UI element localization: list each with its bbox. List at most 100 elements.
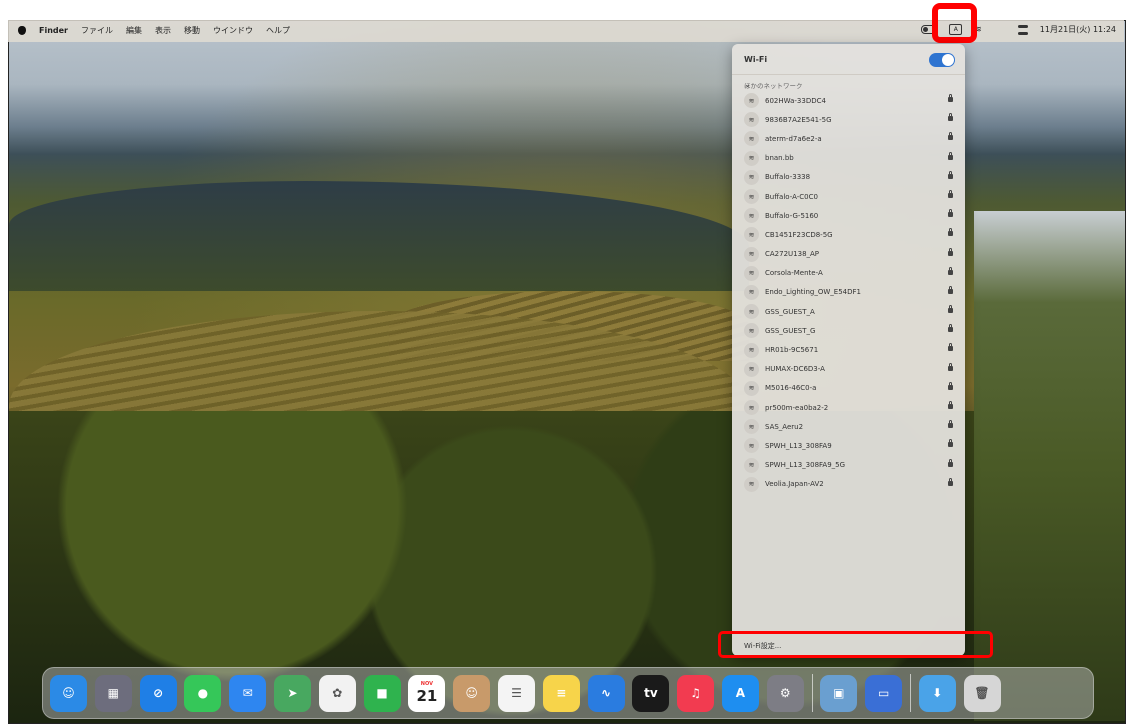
menu-app-name[interactable]: Finder [39,26,68,35]
network-item[interactable]: ≋ Veolia.Japan-AV2 [732,475,965,494]
network-item[interactable]: ≋ HUMAX-DC6D3-A [732,360,965,379]
wifi-panel-title: Wi-Fi [744,55,768,64]
wifi-signal-icon: ≋ [744,112,759,128]
wifi-signal-icon: ≋ [744,457,759,473]
menu-bar-left: Finder ファイル 編集 表示 移動 ウインドウ ヘルプ [18,25,290,36]
network-name: Buffalo-3338 [765,173,811,182]
dock-contacts-icon[interactable]: ☺ [453,674,491,712]
network-item[interactable]: ≋ GSS_GUEST_G [732,321,965,340]
menu-file[interactable]: ファイル [81,25,113,36]
wifi-settings-highlight [718,631,993,658]
dock-safari-icon[interactable]: ⊘ [139,674,177,712]
wifi-signal-icon: ≋ [744,189,759,205]
network-item[interactable]: ≋ bnan.bb [732,149,965,168]
network-item[interactable]: ≋ SPWH_L13_308FA9_5G [732,456,965,475]
network-item[interactable]: ≋ Buffalo-3338 [732,168,965,187]
dock-freeform-icon[interactable]: ∿ [587,674,625,712]
wallpaper-ridge [9,181,749,291]
dock-screen-sharing-icon[interactable]: ▭ [865,674,903,712]
dock-reminders-icon[interactable]: ☰ [497,674,535,712]
dock-icon-glyph: ☺ [465,686,478,700]
lock-icon [948,266,953,275]
wifi-signal-icon: ≋ [744,169,759,185]
lock-icon [948,151,953,160]
network-name: GSS_GUEST_G [765,326,816,335]
wifi-signal-icon: ≋ [744,93,759,109]
lock-icon [948,362,953,371]
network-item[interactable]: ≋ Buffalo-A-C0C0 [732,187,965,206]
network-item[interactable]: ≋ HR01b-9C5671 [732,340,965,359]
network-name: HUMAX-DC6D3-A [765,365,825,374]
dock-icon-glyph: ∿ [601,686,612,700]
network-item[interactable]: ≋ GSS_GUEST_A [732,302,965,321]
wifi-signal-icon: ≋ [744,131,759,147]
dock-finder-icon[interactable]: ☺ [50,674,87,712]
dock-icon-glyph: ▦ [107,686,119,700]
dock-facetime-icon[interactable]: ■ [363,674,401,712]
dock-icon-glyph: ♫ [690,686,702,700]
network-item[interactable]: ≋ SPWH_L13_308FA9 [732,436,965,455]
lock-icon [948,477,953,486]
network-item[interactable]: ≋ SAS_Aeru2 [732,417,965,436]
dock-apple-tv-icon[interactable]: tv [632,674,670,712]
menu-go[interactable]: 移動 [184,25,200,36]
dock-icon-glyph: ✿ [332,686,343,700]
dock-icon-glyph: ▣ [833,686,845,700]
dock-music-icon[interactable]: ♫ [677,674,715,712]
lock-icon [948,305,953,314]
lock-icon [948,247,953,256]
dock-icon-glyph: ⬇ [932,686,943,700]
wifi-signal-icon: ≋ [744,361,759,377]
network-item[interactable]: ≋ CB1451F23CD8-5G [732,225,965,244]
wifi-signal-icon: ≋ [744,246,759,262]
menu-edit[interactable]: 編集 [126,25,142,36]
wifi-signal-icon: ≋ [744,150,759,166]
dock-icon-glyph: ■ [376,686,388,700]
control-center-icon[interactable] [1017,24,1028,35]
lock-icon [948,420,953,429]
network-item[interactable]: ≋ 602HWa-33DDC4 [732,91,965,110]
network-name: HR01b-9C5671 [765,346,819,355]
network-name: SPWH_L13_308FA9 [765,441,832,450]
dock-icon-glyph: A [735,686,746,700]
lock-icon [948,401,953,409]
menu-help[interactable]: ヘルプ [266,25,290,36]
menu-window[interactable]: ウインドウ [213,25,253,36]
network-list: ≋ 602HWa-33DDC4 ≋ 9836B7A2E541-5G ≋ aterm-d7a… [732,91,965,494]
menu-view[interactable]: 表示 [155,25,171,36]
network-name: 602HWa-33DDC4 [765,96,826,105]
dock-maps-icon[interactable]: ➤ [273,674,311,712]
network-item[interactable]: ≋ 9836B7A2E541-5G [732,110,965,129]
network-item[interactable]: ≋ CA272U138_AP [732,245,965,264]
network-item[interactable]: ≋ pr500m-ea0ba2-2 [732,398,965,417]
dock-icon-glyph: ⊘ [153,686,164,700]
dock-downloads-folder-icon[interactable]: ⬇ [918,674,956,712]
wifi-signal-icon: ≋ [744,227,759,243]
dock-mail-icon[interactable]: ✉ [229,674,267,712]
dock-icon-glyph: ≡ [556,686,567,700]
wifi-toggle-switch[interactable] [929,53,955,67]
network-name: CB1451F23CD8-5G [765,230,833,239]
dock-notes-icon[interactable]: ≡ [542,674,580,712]
menu-bar-clock[interactable]: 11月21日(火) 11:24 [1040,24,1116,35]
dock-trash-icon[interactable]: 🗑 [963,674,1001,712]
dock-preview-icon[interactable]: ▣ [820,674,858,712]
dock-system-settings-icon[interactable]: ⚙ [766,674,804,712]
dock-photos-icon[interactable]: ✿ [318,674,356,712]
network-item[interactable]: ≋ M5016-46C0-a [732,379,965,398]
wifi-signal-icon: ≋ [744,323,759,339]
wifi-signal-icon: ≋ [744,208,759,224]
lock-icon [948,324,953,333]
network-item[interactable]: ≋ Buffalo-G-5160 [732,206,965,225]
network-item[interactable]: ≋ aterm-d7a6e2-a [732,129,965,148]
dock-app-store-icon[interactable]: A [721,674,759,712]
network-name: pr500m-ea0ba2-2 [765,403,829,412]
chevron-down-icon[interactable]: ⌄ [744,80,953,89]
network-item[interactable]: ≋ Corsola-Mente-A [732,264,965,283]
other-networks-header[interactable]: ほかのネットワーク ⌄ [732,75,965,91]
dock-messages-icon[interactable]: ● [184,674,222,712]
dock-launchpad-icon[interactable]: ▦ [94,674,132,712]
apple-logo-icon[interactable] [18,26,26,35]
network-item[interactable]: ≋ Endo_Lighting_OW_E54DF1 [732,283,965,302]
dock-calendar-icon[interactable]: NOV 21 [408,674,446,712]
